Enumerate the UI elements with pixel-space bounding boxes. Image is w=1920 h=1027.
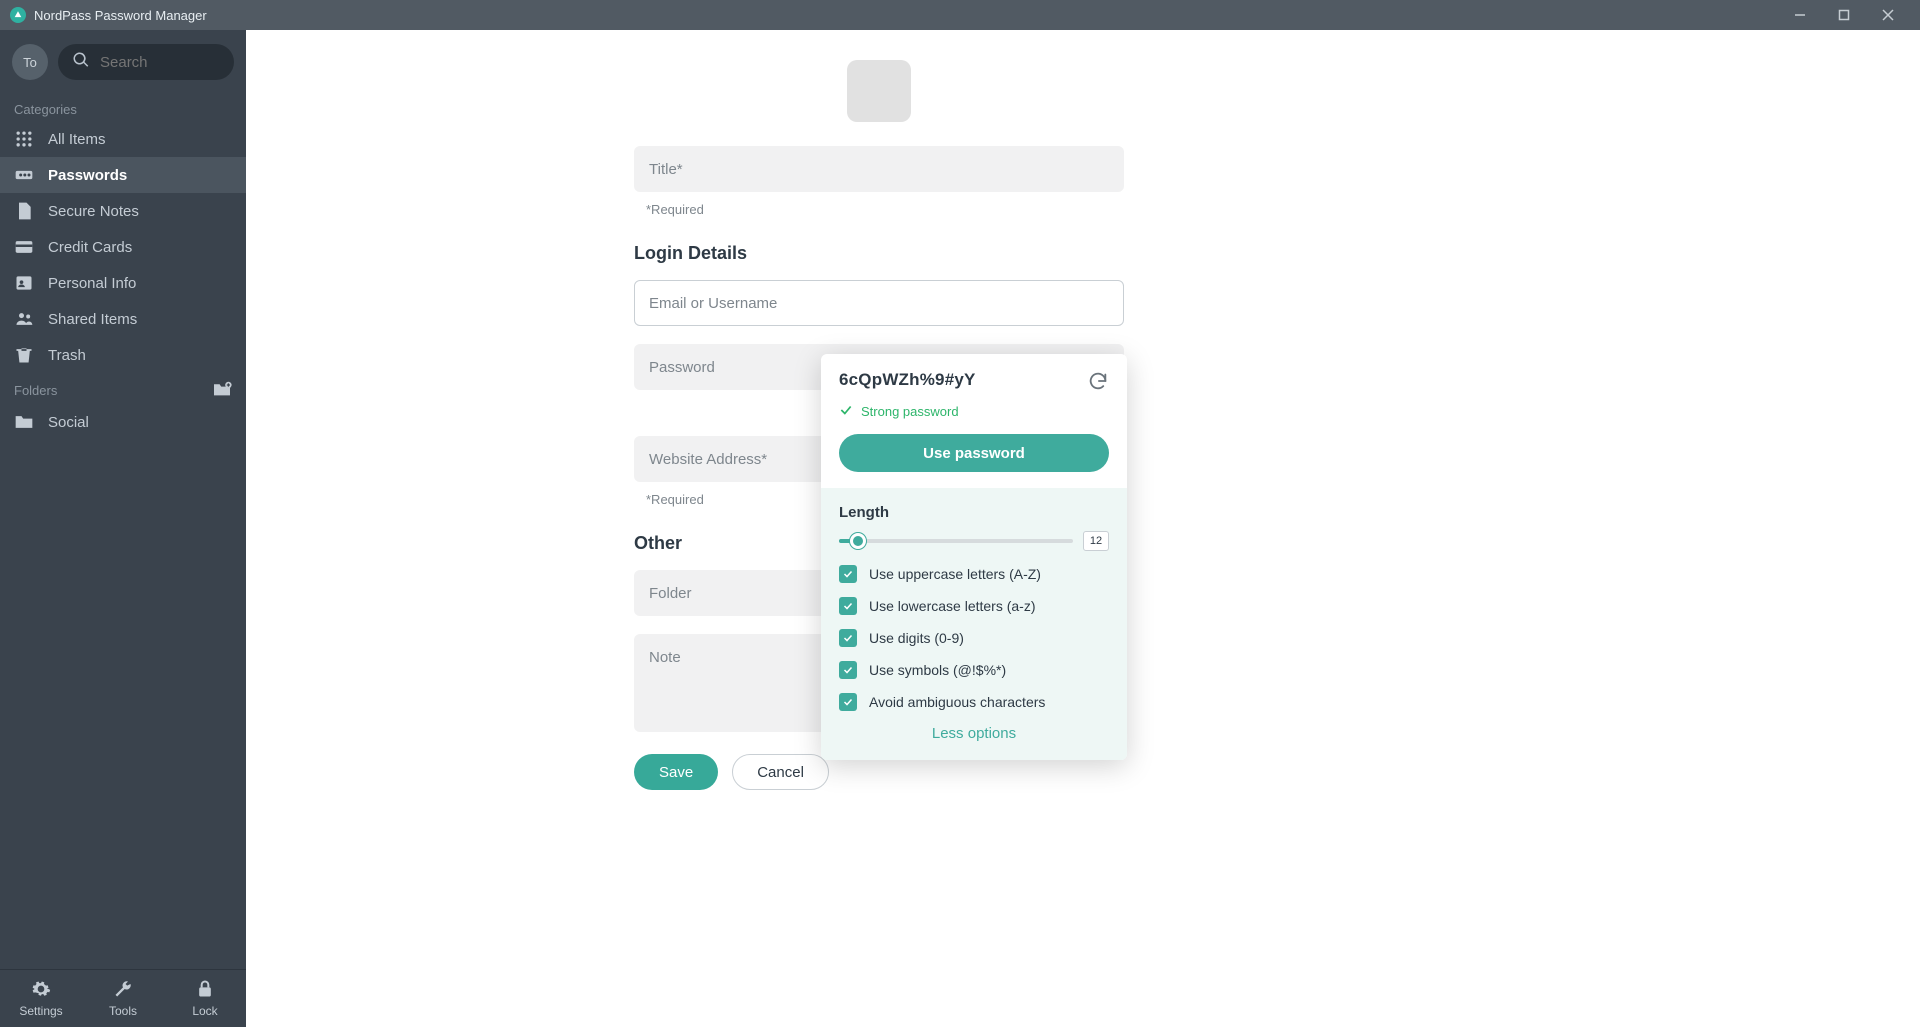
length-label: Length: [839, 504, 1109, 521]
sidebar-item-personal-info[interactable]: Personal Info: [0, 265, 246, 301]
sidebar-item-label: Personal Info: [48, 275, 136, 292]
people-icon: [14, 309, 34, 329]
option-ambiguous[interactable]: Avoid ambiguous characters: [839, 693, 1109, 711]
categories-label: Categories: [0, 94, 246, 121]
email-field[interactable]: Email or Username: [634, 280, 1124, 326]
folder-placeholder: Folder: [649, 585, 692, 602]
trash-icon: [14, 345, 34, 365]
sidebar-item-label: Shared Items: [48, 311, 137, 328]
window-minimize[interactable]: [1778, 0, 1822, 30]
sidebar-item-credit-cards[interactable]: Credit Cards: [0, 229, 246, 265]
main-content: Title* *Required Login Details Email or …: [246, 30, 1920, 1027]
app-logo-icon: [10, 7, 26, 23]
sidebar-item-label: Passwords: [48, 167, 127, 184]
sidebar: To Categories All Items Passwords Secure…: [0, 30, 246, 1027]
strength-label: Strong password: [861, 404, 959, 419]
check-icon: [839, 403, 853, 420]
length-value[interactable]: 12: [1083, 531, 1109, 551]
option-label: Use digits (0-9): [869, 630, 964, 646]
less-options-link[interactable]: Less options: [839, 725, 1109, 742]
option-symbols[interactable]: Use symbols (@!$%*): [839, 661, 1109, 679]
option-label: Avoid ambiguous characters: [869, 694, 1045, 710]
tools-label: Tools: [109, 1004, 137, 1018]
search-icon: [72, 51, 90, 74]
sidebar-item-all-items[interactable]: All Items: [0, 121, 246, 157]
password-placeholder: Password: [649, 359, 715, 376]
folder-icon: [14, 412, 34, 432]
password-generator-popover: 6cQpWZh%9#yY Strong password Use passwor…: [821, 354, 1127, 760]
gear-icon: [31, 979, 51, 1002]
lock-button[interactable]: Lock: [164, 970, 246, 1027]
option-label: Use lowercase letters (a-z): [869, 598, 1036, 614]
sidebar-item-label: Trash: [48, 347, 86, 364]
password-icon: [14, 165, 34, 185]
card-icon: [14, 237, 34, 257]
folder-item-social[interactable]: Social: [0, 404, 246, 440]
lock-icon: [195, 979, 215, 1002]
add-folder-icon[interactable]: [212, 381, 232, 400]
search-input[interactable]: [100, 54, 220, 71]
email-placeholder: Email or Username: [649, 295, 777, 312]
checkbox-checked-icon: [839, 661, 857, 679]
folders-label: Folders: [14, 383, 57, 398]
checkbox-checked-icon: [839, 565, 857, 583]
note-icon: [14, 201, 34, 221]
window-title: NordPass Password Manager: [34, 8, 207, 23]
lock-label: Lock: [192, 1004, 217, 1018]
option-lowercase[interactable]: Use lowercase letters (a-z): [839, 597, 1109, 615]
sidebar-item-label: Credit Cards: [48, 239, 132, 256]
required-note: *Required: [634, 192, 1124, 217]
cancel-button[interactable]: Cancel: [732, 754, 829, 790]
window-close[interactable]: [1866, 0, 1910, 30]
login-details-heading: Login Details: [634, 243, 1124, 264]
slider-thumb[interactable]: [850, 533, 866, 549]
grid-icon: [14, 129, 34, 149]
option-label: Use uppercase letters (A-Z): [869, 566, 1041, 582]
checkbox-checked-icon: [839, 597, 857, 615]
checkbox-checked-icon: [839, 629, 857, 647]
password-strength: Strong password: [839, 403, 1109, 420]
window-maximize[interactable]: [1822, 0, 1866, 30]
title-field[interactable]: Title*: [634, 146, 1124, 192]
note-placeholder: Note: [649, 649, 681, 666]
sidebar-item-trash[interactable]: Trash: [0, 337, 246, 373]
sidebar-item-shared-items[interactable]: Shared Items: [0, 301, 246, 337]
use-password-button[interactable]: Use password: [839, 434, 1109, 472]
sidebar-item-secure-notes[interactable]: Secure Notes: [0, 193, 246, 229]
wrench-icon: [113, 979, 133, 1002]
settings-label: Settings: [19, 1004, 62, 1018]
website-placeholder: Website Address*: [649, 451, 767, 468]
title-placeholder: Title*: [649, 161, 683, 178]
tools-button[interactable]: Tools: [82, 970, 164, 1027]
avatar[interactable]: To: [12, 44, 48, 80]
sidebar-item-label: All Items: [48, 131, 106, 148]
length-slider[interactable]: [839, 539, 1073, 543]
option-digits[interactable]: Use digits (0-9): [839, 629, 1109, 647]
save-button[interactable]: Save: [634, 754, 718, 790]
folder-item-label: Social: [48, 414, 89, 431]
checkbox-checked-icon: [839, 693, 857, 711]
search-input-wrapper[interactable]: [58, 44, 234, 80]
settings-button[interactable]: Settings: [0, 970, 82, 1027]
refresh-icon[interactable]: [1087, 370, 1109, 397]
option-uppercase[interactable]: Use uppercase letters (A-Z): [839, 565, 1109, 583]
item-icon-placeholder[interactable]: [847, 60, 911, 122]
person-icon: [14, 273, 34, 293]
sidebar-item-label: Secure Notes: [48, 203, 139, 220]
window-titlebar: NordPass Password Manager: [0, 0, 1920, 30]
generated-password: 6cQpWZh%9#yY: [839, 370, 976, 390]
sidebar-item-passwords[interactable]: Passwords: [0, 157, 246, 193]
option-label: Use symbols (@!$%*): [869, 662, 1006, 678]
